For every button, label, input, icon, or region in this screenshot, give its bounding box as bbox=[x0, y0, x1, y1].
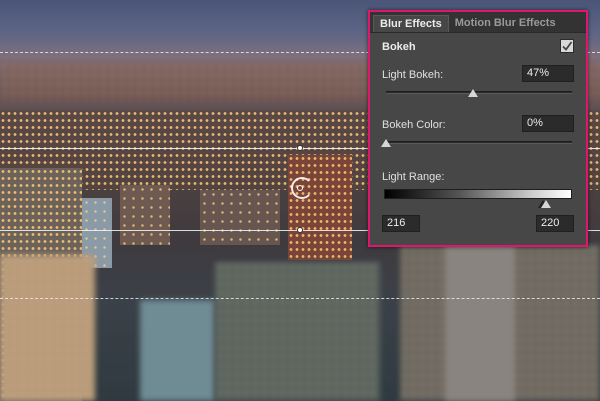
tab-motion-blur-effects[interactable]: Motion Blur Effects bbox=[449, 15, 562, 32]
foreground-left bbox=[0, 255, 95, 401]
building-center-tower bbox=[288, 155, 352, 260]
foreground-teal bbox=[140, 300, 215, 401]
bokeh-title: Bokeh bbox=[382, 41, 416, 53]
light-range-gradient[interactable] bbox=[384, 189, 572, 199]
light-range-slider[interactable] bbox=[384, 199, 572, 209]
foreground-tower bbox=[445, 230, 515, 401]
light-bokeh-row: Light Bokeh: 47% bbox=[382, 65, 574, 85]
panel-tab-bar: Blur Effects Motion Blur Effects bbox=[370, 12, 586, 33]
blur-effects-panel: Blur Effects Motion Blur Effects Bokeh L… bbox=[368, 10, 588, 247]
tab-blur-effects[interactable]: Blur Effects bbox=[373, 15, 449, 32]
bokeh-color-label: Bokeh Color: bbox=[382, 119, 446, 131]
bokeh-color-thumb[interactable] bbox=[381, 139, 391, 147]
focus-handle-top[interactable] bbox=[297, 145, 303, 151]
light-range-row: Light Range: bbox=[382, 167, 574, 187]
bokeh-color-input[interactable]: 0% bbox=[522, 115, 574, 132]
checkmark-icon bbox=[562, 41, 573, 51]
light-bokeh-label: Light Bokeh: bbox=[382, 69, 444, 81]
bokeh-color-slider[interactable] bbox=[381, 137, 572, 149]
light-bokeh-thumb[interactable] bbox=[468, 89, 479, 97]
foreground-center bbox=[215, 262, 380, 401]
bokeh-checkbox[interactable] bbox=[560, 39, 574, 53]
blur-pin-center[interactable] bbox=[297, 185, 303, 191]
light-range-low-input[interactable]: 216 bbox=[382, 215, 420, 232]
bokeh-color-row: Bokeh Color: 0% bbox=[382, 115, 574, 135]
blur-guide-bottom[interactable] bbox=[0, 298, 600, 299]
bokeh-section-header: Bokeh bbox=[370, 33, 586, 59]
light-range-high-thumb[interactable] bbox=[541, 200, 552, 208]
light-range-values: 216 220 bbox=[382, 215, 574, 235]
building-mid-2 bbox=[200, 190, 280, 245]
focus-handle-bottom[interactable] bbox=[297, 227, 303, 233]
bokeh-color-track bbox=[386, 141, 572, 144]
light-bokeh-input[interactable]: 47% bbox=[522, 65, 574, 82]
light-range-label: Light Range: bbox=[382, 171, 445, 183]
light-bokeh-slider[interactable] bbox=[386, 87, 572, 99]
light-range-high-input[interactable]: 220 bbox=[536, 215, 574, 232]
light-bokeh-track bbox=[386, 91, 572, 94]
building-mid-1 bbox=[120, 185, 170, 245]
